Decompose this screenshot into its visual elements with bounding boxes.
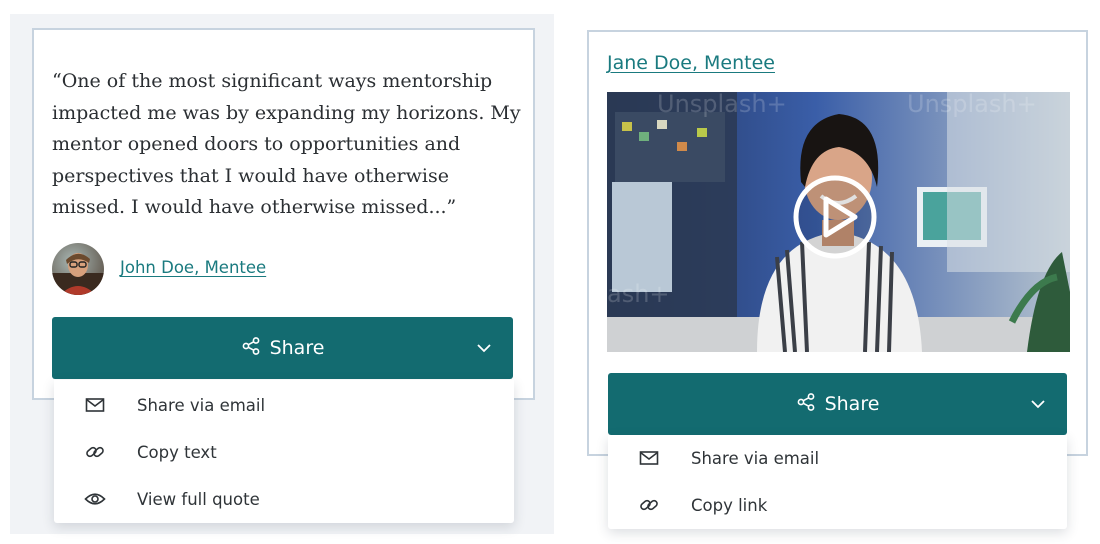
video-thumbnail[interactable]: Unsplash+ Unsplash+ ash+ (607, 92, 1070, 352)
share-icon (241, 336, 261, 361)
menu-item-share-via-email[interactable]: Share via email (608, 435, 1067, 481)
menu-item-copy-text[interactable]: Copy text (54, 429, 514, 475)
svg-text:ash+: ash+ (607, 280, 670, 308)
mail-icon (638, 447, 660, 469)
menu-item-label: Copy text (137, 442, 217, 462)
link-icon (84, 441, 106, 463)
chevron-down-icon (1029, 395, 1047, 413)
avatar (52, 243, 104, 295)
menu-item-label: Share via email (137, 395, 266, 415)
mail-icon (84, 394, 106, 416)
chevron-down-icon (475, 339, 493, 357)
menu-item-share-via-email[interactable]: Share via email (54, 382, 514, 428)
play-icon[interactable] (790, 172, 880, 262)
menu-item-view-full-quote[interactable]: View full quote (54, 476, 514, 522)
svg-text:Unsplash+: Unsplash+ (907, 92, 1037, 118)
share-menu: Share via email Copy link (608, 435, 1067, 529)
share-button[interactable]: Share (52, 317, 513, 379)
svg-text:Unsplash+: Unsplash+ (657, 92, 787, 118)
menu-item-label: Copy link (691, 495, 768, 515)
menu-item-label: View full quote (137, 489, 260, 509)
share-button-label: Share (824, 393, 880, 415)
share-button-label: Share (269, 337, 325, 359)
quote-text: “One of the most significant ways mentor… (52, 70, 521, 218)
share-icon (796, 392, 816, 417)
author-link-john-doe[interactable]: John Doe, Mentee (120, 258, 266, 277)
share-button[interactable]: Share (608, 373, 1067, 435)
share-menu: Share via email Copy text View full quot… (54, 380, 514, 523)
link-icon (638, 494, 660, 516)
eye-icon (84, 488, 106, 510)
menu-item-copy-link[interactable]: Copy link (608, 482, 1067, 528)
author-link-jane-doe[interactable]: Jane Doe, Mentee (607, 52, 775, 74)
menu-item-label: Share via email (691, 448, 820, 468)
